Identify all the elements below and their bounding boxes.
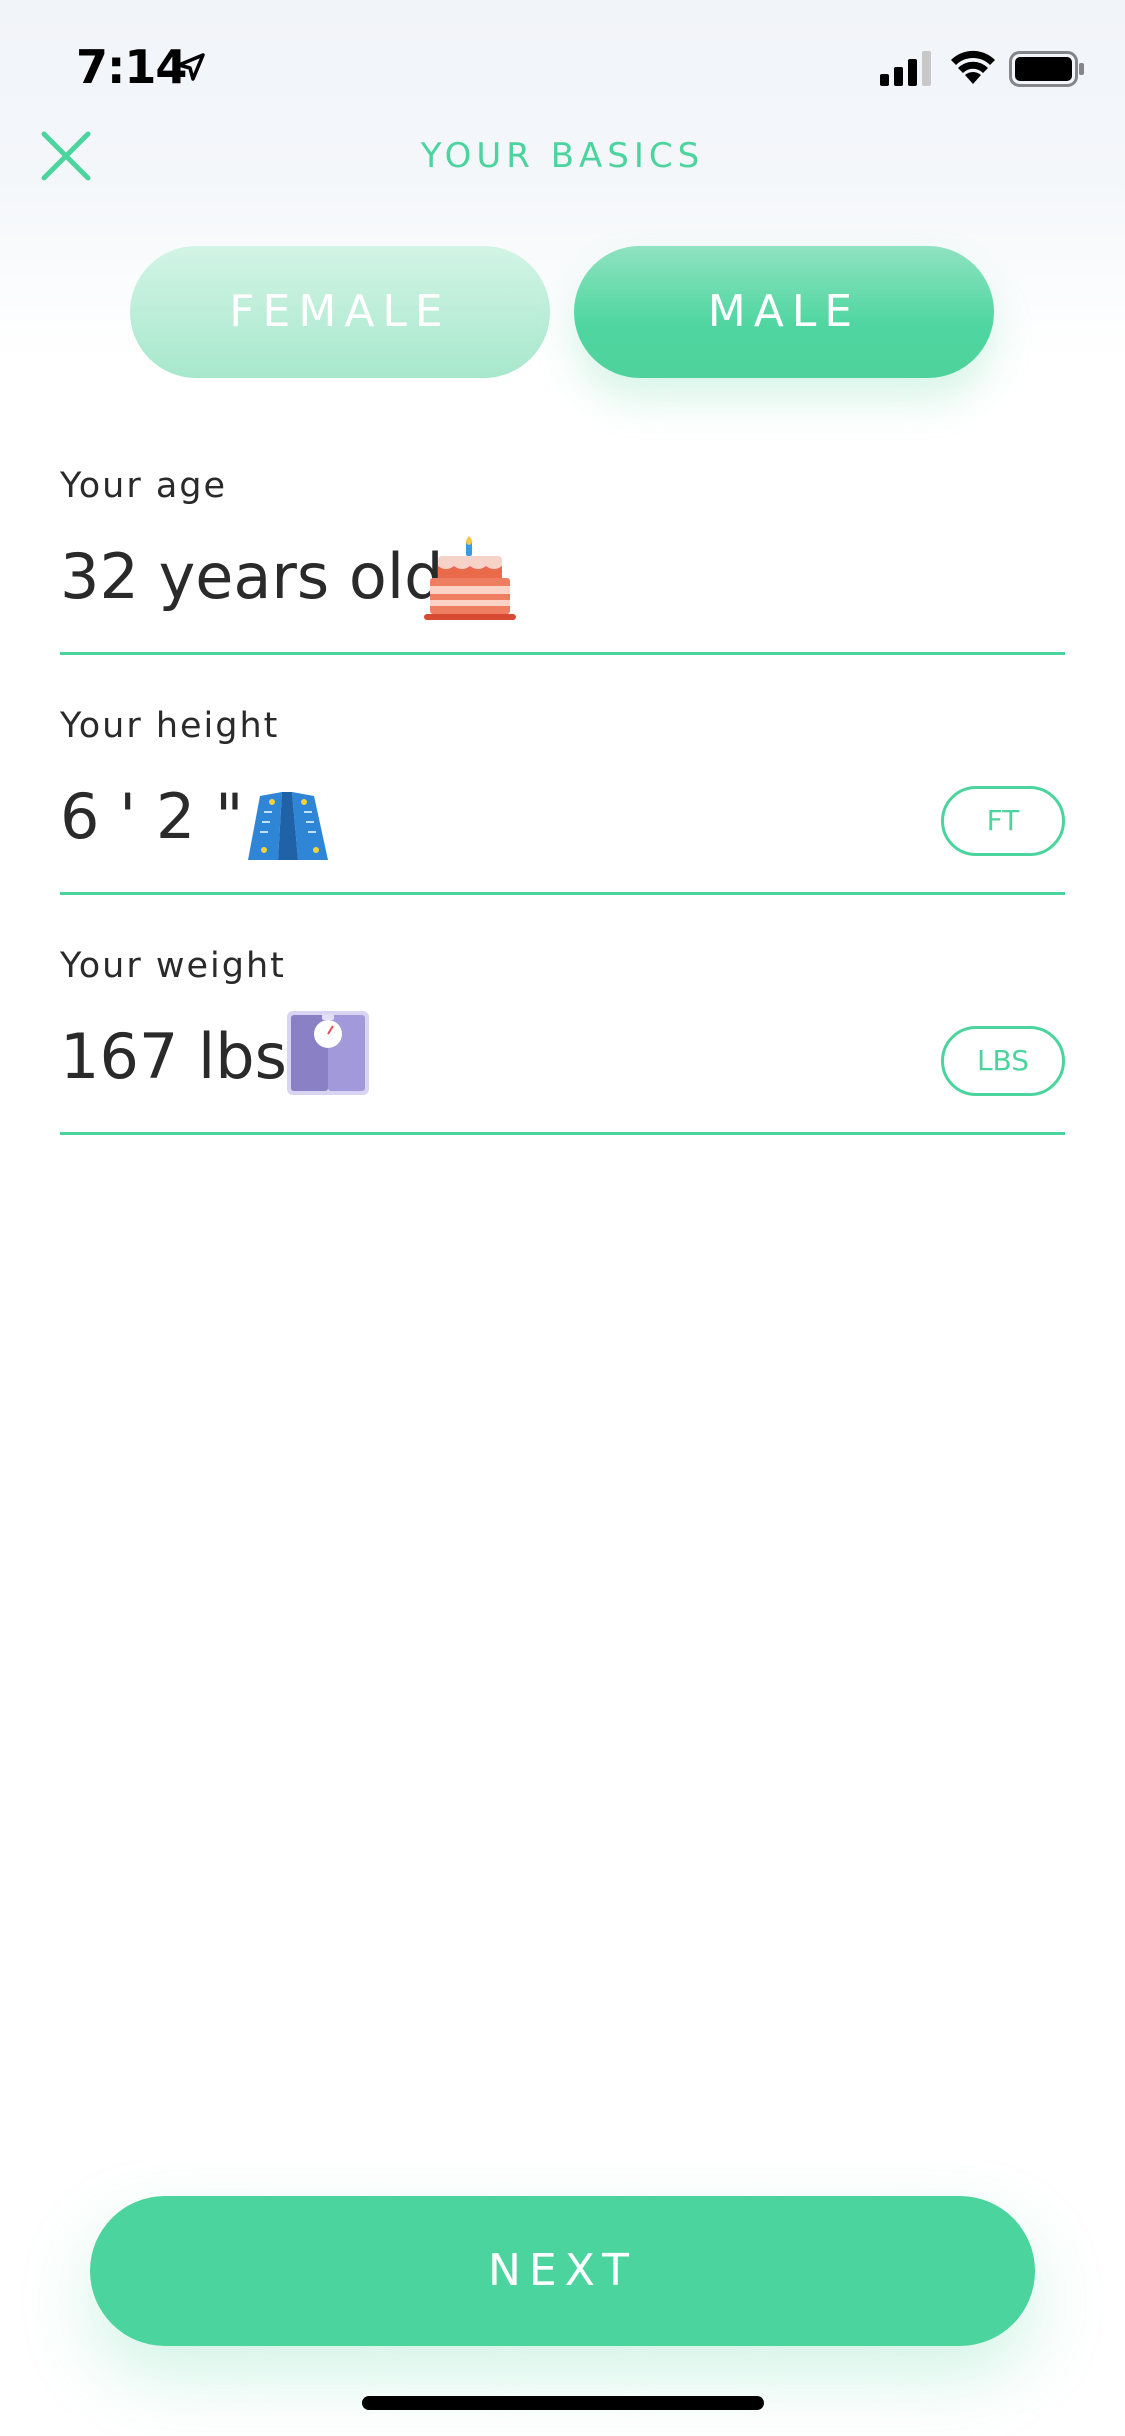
age-label: Your age	[60, 466, 228, 506]
height-unit-button[interactable]: FT	[941, 786, 1065, 856]
wifi-icon	[951, 50, 995, 84]
status-bar: 7:14	[0, 0, 1125, 135]
your-basics-screen: 7:14 YOUR BASICS FEMALE MALE Your age 32…	[0, 0, 1125, 2436]
battery-icon	[1009, 51, 1084, 87]
birthday-cake-icon	[424, 536, 516, 620]
age-field[interactable]: Your age 32 years old	[60, 466, 1065, 656]
age-underline	[60, 652, 1065, 655]
location-arrow-icon	[177, 53, 205, 81]
female-button[interactable]: FEMALE	[130, 246, 550, 378]
cellular-signal-icon	[880, 51, 931, 86]
status-time: 7:14	[76, 40, 187, 94]
height-label: Your height	[60, 706, 280, 746]
weight-underline	[60, 1132, 1065, 1135]
weight-field[interactable]: Your weight 167 lbs LBS	[60, 946, 1065, 1136]
height-field[interactable]: Your height 6 ' 2 " FT	[60, 706, 1065, 896]
weight-value[interactable]: 167 lbs	[60, 1020, 287, 1093]
weight-scale-icon	[287, 1011, 369, 1095]
weight-unit-button[interactable]: LBS	[941, 1026, 1065, 1096]
weight-label: Your weight	[60, 946, 286, 986]
age-value[interactable]: 32 years old	[60, 540, 443, 613]
height-value[interactable]: 6 ' 2 "	[60, 780, 244, 853]
measuring-tape-icon	[248, 792, 328, 860]
height-underline	[60, 892, 1065, 895]
home-indicator[interactable]	[362, 2396, 764, 2410]
male-button[interactable]: MALE	[574, 246, 994, 378]
page-title: YOUR BASICS	[420, 136, 705, 176]
next-button[interactable]: NEXT	[90, 2196, 1035, 2346]
